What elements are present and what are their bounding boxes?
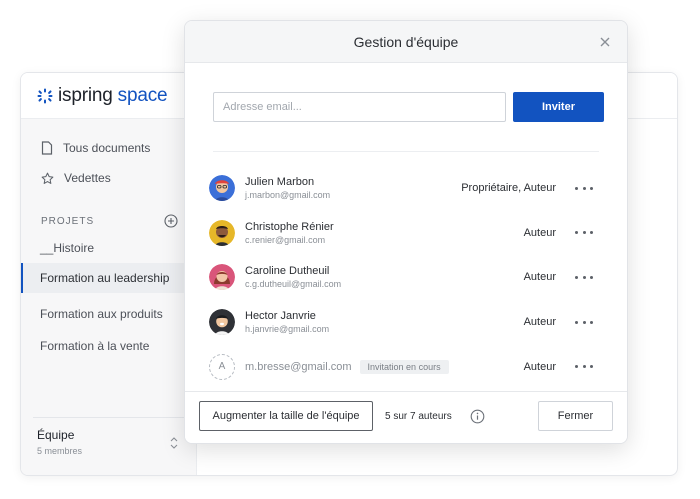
member-row: Caroline Dutheuil c.g.dutheuil@gmail.com… (209, 255, 605, 300)
project-item-history[interactable]: __Histoire (21, 233, 196, 263)
sidebar-item-favorites[interactable]: Vedettes (21, 163, 196, 193)
sidebar-nav: Tous documents Vedettes (21, 119, 196, 193)
close-button[interactable]: Fermer (538, 401, 613, 431)
projects-section-title: PROJETS (41, 215, 95, 227)
avatar (209, 219, 235, 246)
team-management-dialog: Gestion d'équipe Inviter Julien M (184, 20, 628, 444)
more-options-icon[interactable] (575, 183, 593, 193)
invitation-pending-badge: Invitation en cours (359, 359, 449, 374)
project-list: __Histoire Formation au leadership Forma… (21, 233, 196, 361)
info-icon[interactable] (470, 409, 485, 424)
sidebar-item-all-documents[interactable]: Tous documents (21, 133, 196, 163)
member-email: c.g.dutheuil@gmail.com (245, 279, 342, 290)
pending-email: m.bresse@gmail.com (245, 360, 352, 373)
member-email: c.renier@gmail.com (245, 234, 326, 245)
member-role: Auteur (523, 226, 556, 239)
more-options-icon[interactable] (575, 228, 593, 238)
increase-team-size-button[interactable]: Augmenter la taille de l'équipe (199, 401, 373, 431)
member-role: Auteur (523, 316, 556, 329)
more-options-icon[interactable] (575, 272, 593, 282)
logo[interactable]: ispring space (21, 73, 196, 119)
team-title: Équipe (37, 428, 75, 442)
avatar (209, 264, 235, 291)
member-name: Christophe Rénier (245, 220, 334, 233)
ispring-logo-icon (37, 88, 53, 104)
invite-row: Inviter (213, 92, 604, 122)
member-info: Christophe Rénier c.renier@gmail.com (245, 220, 334, 246)
member-name: Caroline Dutheuil (245, 265, 330, 278)
member-role: Auteur (523, 360, 556, 373)
team-switcher[interactable]: Équipe 5 membres (33, 417, 184, 467)
invite-button[interactable]: Inviter (513, 92, 604, 122)
chevron-up-down-icon (170, 437, 178, 449)
email-input[interactable] (213, 92, 506, 122)
member-row: Hector Janvrie h.janvrie@gmail.com Auteu… (209, 300, 605, 345)
member-name: Hector Janvrie (245, 310, 316, 323)
document-icon (41, 141, 53, 155)
sidebar: ispring space Tous documents Vedettes PR… (21, 73, 197, 475)
dialog-header: Gestion d'équipe (185, 21, 627, 63)
dialog-title: Gestion d'équipe (353, 33, 459, 50)
divider (213, 151, 599, 152)
pending-invite-row: A m.bresse@gmail.com Invitation en cours… (209, 344, 605, 389)
member-info: Caroline Dutheuil c.g.dutheuil@gmail.com (245, 264, 341, 290)
member-name: Julien Marbon (245, 176, 315, 189)
member-info: Julien Marbon j.marbon@gmail.com (245, 175, 330, 201)
star-icon (41, 172, 54, 184)
dialog-footer: Augmenter la taille de l'équipe 5 sur 7 … (185, 391, 627, 443)
add-project-icon[interactable] (164, 214, 178, 228)
member-email: j.marbon@gmail.com (245, 190, 331, 201)
avatar (209, 309, 235, 336)
close-icon[interactable] (597, 34, 613, 50)
sidebar-item-label: Vedettes (64, 171, 111, 185)
project-item-sales[interactable]: Formation à la vente (21, 331, 196, 361)
member-info: Hector Janvrie h.janvrie@gmail.com (245, 309, 329, 335)
member-role: Auteur (523, 271, 556, 284)
author-seats-count: 5 sur 7 auteurs (385, 411, 452, 422)
sidebar-item-label: Tous documents (63, 141, 151, 155)
avatar (209, 175, 235, 202)
pending-avatar: A (209, 353, 235, 380)
member-email: h.janvrie@gmail.com (245, 324, 330, 335)
more-options-icon[interactable] (575, 362, 593, 372)
project-item-leadership[interactable]: Formation au leadership (21, 263, 196, 293)
member-row: Julien Marbon j.marbon@gmail.com Proprié… (209, 166, 605, 211)
member-list: Julien Marbon j.marbon@gmail.com Proprié… (209, 166, 605, 389)
logo-text: ispring space (58, 84, 168, 106)
project-item-products[interactable]: Formation aux produits (21, 299, 196, 329)
member-role: Propriétaire, Auteur (461, 182, 556, 195)
member-row: Christophe Rénier c.renier@gmail.com Aut… (209, 211, 605, 256)
more-options-icon[interactable] (575, 317, 593, 327)
team-member-count: 5 membres (37, 446, 83, 456)
projects-section-header: PROJETS (21, 209, 196, 233)
